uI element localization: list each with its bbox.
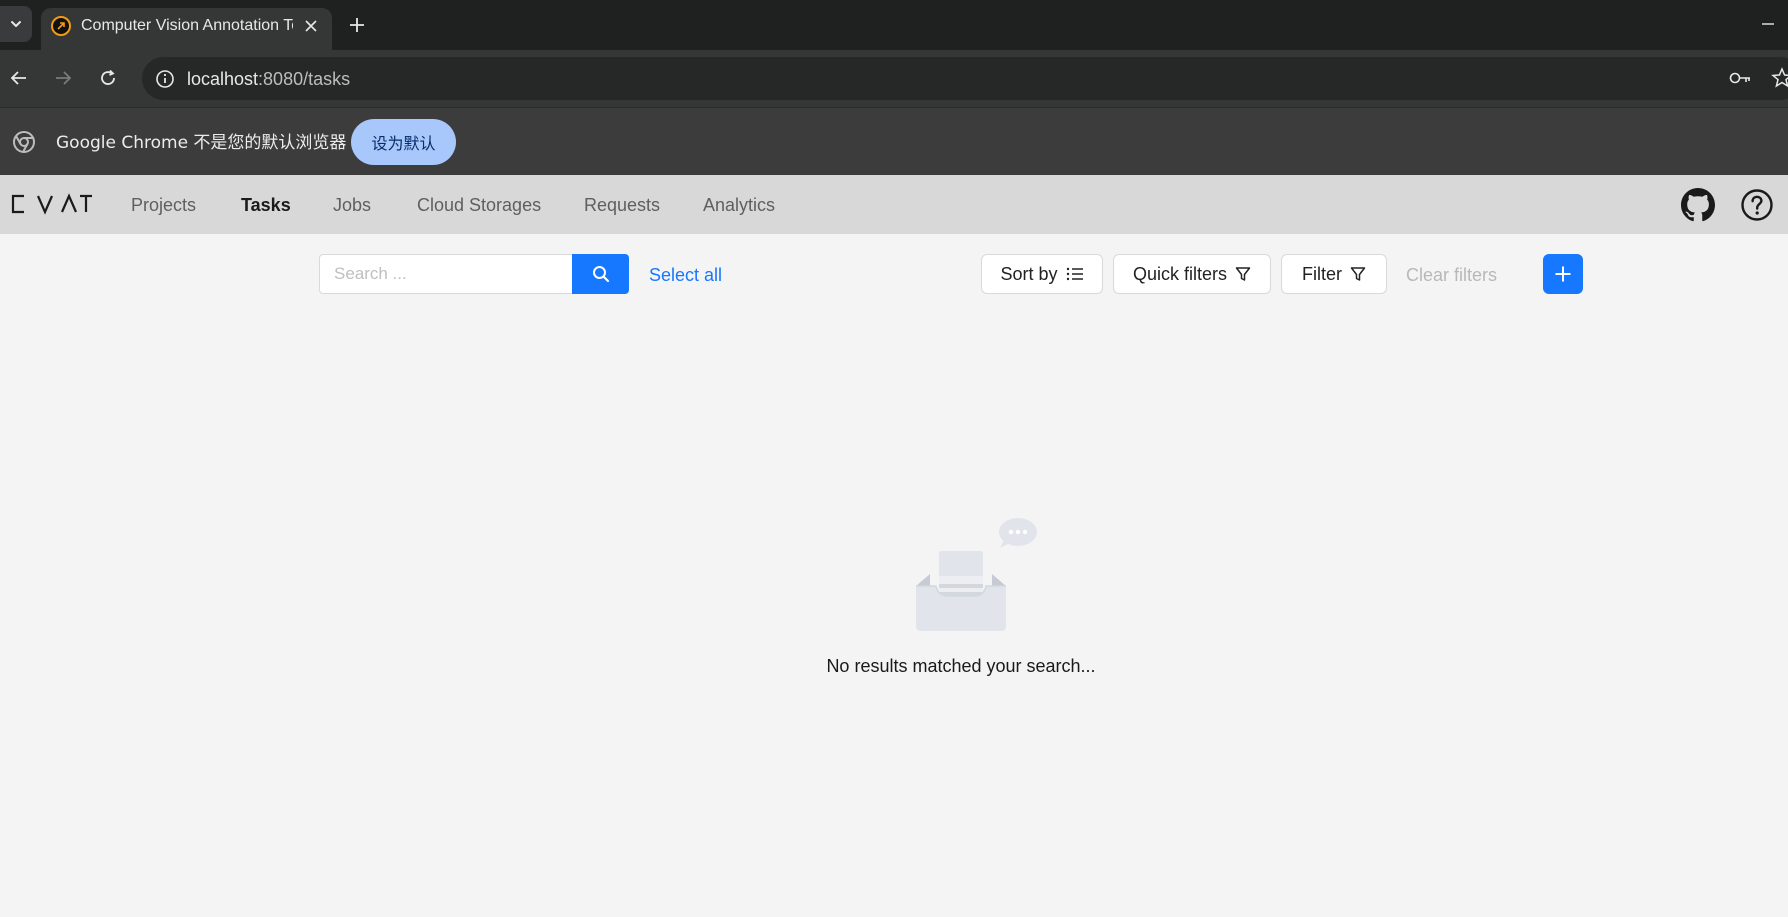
cvat-header: Projects Tasks Jobs Cloud Storages Reque… bbox=[0, 175, 1788, 234]
cvat-logo[interactable] bbox=[10, 193, 92, 215]
minimize-window-button[interactable] bbox=[1758, 14, 1778, 34]
quick-filters-label: Quick filters bbox=[1132, 263, 1228, 284]
select-all-link[interactable]: Select all bbox=[649, 264, 722, 286]
filter-icon bbox=[1235, 267, 1251, 281]
new-tab-button[interactable] bbox=[343, 11, 371, 39]
clear-filters-button[interactable]: Clear filters bbox=[1406, 264, 1497, 286]
chevron-down-icon bbox=[11, 21, 21, 27]
search-button[interactable] bbox=[572, 254, 629, 294]
reload-button[interactable] bbox=[94, 64, 122, 92]
menu-item-analytics[interactable]: Analytics bbox=[703, 194, 775, 216]
tab-title: Computer Vision Annotation Tool bbox=[81, 17, 293, 34]
menu-item-requests[interactable]: Requests bbox=[584, 194, 660, 216]
sort-by-label: Sort by bbox=[1000, 263, 1058, 284]
sort-by-button[interactable]: Sort by bbox=[981, 254, 1103, 294]
address-bar[interactable]: localhost:8080/tasks bbox=[142, 57, 1788, 100]
menu-item-projects[interactable]: Projects bbox=[131, 194, 196, 216]
set-default-button[interactable]: 设为默认 bbox=[351, 119, 456, 165]
info-icon[interactable] bbox=[154, 68, 176, 90]
url-text[interactable]: localhost:8080/tasks bbox=[187, 68, 350, 90]
bookmark-star-icon[interactable] bbox=[1770, 64, 1788, 92]
github-icon[interactable] bbox=[1681, 188, 1715, 222]
browser-toolbar: localhost:8080/tasks bbox=[0, 50, 1788, 107]
back-button[interactable] bbox=[5, 64, 33, 92]
tab-search-button[interactable] bbox=[0, 6, 32, 42]
help-icon[interactable] bbox=[1740, 188, 1774, 222]
arrow-right-icon bbox=[56, 71, 72, 85]
filter-label: Filter bbox=[1302, 263, 1342, 284]
infobar-message: Google Chrome 不是您的默认浏览器 bbox=[56, 133, 347, 153]
chrome-logo-icon bbox=[13, 131, 35, 153]
sort-list-icon bbox=[1066, 267, 1083, 281]
browser-tab-strip: Computer Vision Annotation Tool bbox=[0, 0, 1788, 50]
reload-icon bbox=[101, 69, 115, 85]
search-input[interactable] bbox=[319, 254, 573, 294]
filter-button[interactable]: Filter bbox=[1281, 254, 1387, 294]
filter-icon bbox=[1350, 267, 1366, 281]
close-tab-icon[interactable] bbox=[299, 14, 323, 38]
menu-item-cloud-storages[interactable]: Cloud Storages bbox=[417, 194, 541, 216]
arrow-left-icon bbox=[10, 71, 26, 85]
browser-tab-active[interactable]: Computer Vision Annotation Tool bbox=[41, 8, 332, 50]
plus-icon bbox=[1555, 266, 1571, 282]
menu-item-tasks[interactable]: Tasks bbox=[241, 194, 291, 216]
empty-state-message: No results matched your search... bbox=[826, 656, 1096, 676]
menu-item-jobs[interactable]: Jobs bbox=[333, 194, 371, 216]
quick-filters-button[interactable]: Quick filters bbox=[1113, 254, 1271, 294]
search-icon bbox=[592, 266, 609, 283]
forward-button[interactable] bbox=[49, 64, 77, 92]
minimize-icon bbox=[1762, 23, 1774, 25]
default-browser-infobar: Google Chrome 不是您的默认浏览器 设为默认 bbox=[0, 107, 1788, 175]
cvat-favicon-icon bbox=[51, 16, 71, 36]
key-icon[interactable] bbox=[1728, 64, 1752, 92]
plus-icon bbox=[350, 18, 364, 32]
empty-inbox-illustration bbox=[916, 518, 1037, 631]
add-task-button[interactable] bbox=[1543, 254, 1583, 294]
